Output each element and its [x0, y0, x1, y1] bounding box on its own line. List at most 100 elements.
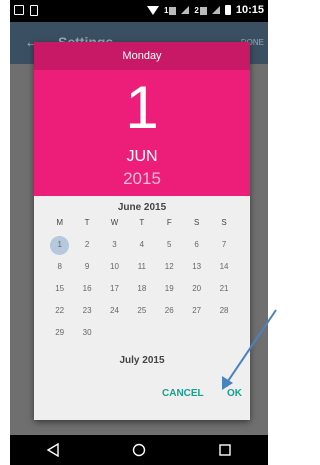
ok-button[interactable]: OK [227, 388, 242, 399]
calendar-day-number: 12 [164, 262, 174, 271]
download-notification-icon [30, 5, 38, 16]
calendar-day-number: 23 [82, 306, 92, 315]
calendar-week-row: 22 23 24 25 26 27 28 [46, 300, 238, 322]
calendar-day-number: 2 [84, 240, 90, 249]
calendar-day[interactable]: 25 [128, 300, 155, 322]
signal1-icon [181, 6, 190, 14]
calendar-day-number: 17 [110, 284, 119, 293]
calendar-day[interactable]: 10 [101, 256, 128, 278]
status-right-icons: 1 2 10:15 [146, 4, 264, 16]
weekday-label: F [166, 218, 172, 227]
sim1-number: 1 [163, 5, 169, 15]
calendar-day-number: 11 [137, 262, 147, 271]
calendar-day-number: 10 [110, 262, 119, 271]
selected-month[interactable]: JUN [34, 148, 250, 166]
calendar-day[interactable]: 14 [210, 256, 237, 278]
calendar-empty-cell [128, 322, 155, 344]
calendar-day[interactable]: 3 [101, 234, 128, 256]
calendar-week-row: 8 9 10 11 12 13 14 [46, 256, 238, 278]
calendar-day[interactable]: 30 [73, 322, 100, 344]
calendar-day-number: 3 [112, 240, 117, 249]
calendar-day[interactable]: 4 [128, 234, 155, 256]
calendar-day-number: 5 [167, 240, 172, 249]
calendar-day[interactable]: 23 [73, 300, 100, 322]
calendar-day-number: 27 [192, 306, 202, 315]
sim2-icon [199, 6, 207, 15]
weekday-label: S [221, 218, 227, 227]
calendar-day-number: 21 [219, 284, 229, 293]
phone-screen: 1 2 10:15 ← Settings DONE [10, 0, 268, 465]
sim1-icon [169, 6, 177, 15]
calendar-day[interactable]: 7 [210, 234, 237, 256]
selected-day-number[interactable]: 1 [34, 78, 250, 138]
calendar-day[interactable]: 2 [73, 234, 100, 256]
calendar-day-number: 9 [84, 262, 90, 271]
status-left-icons [14, 5, 38, 16]
weekday-label: T [139, 218, 145, 227]
calendar-empty-cell [183, 322, 210, 344]
calendar-day-number: 6 [194, 240, 199, 249]
calendar-day[interactable]: 19 [156, 278, 183, 300]
date-picker-header: Monday 1 JUN 2015 [34, 42, 250, 196]
selected-year[interactable]: 2015 [34, 169, 250, 189]
weekday-label: W [110, 218, 119, 227]
next-month-title: July 2015 [119, 355, 165, 366]
image-notification-icon [14, 5, 24, 15]
weekday-label: T [84, 218, 90, 227]
calendar-day-number: 20 [192, 284, 202, 293]
calendar-day-number: 22 [55, 306, 65, 315]
calendar-day[interactable]: 9 [73, 256, 100, 278]
calendar-day[interactable]: 15 [46, 278, 73, 300]
battery-icon [224, 5, 231, 15]
calendar-day[interactable]: 26 [156, 300, 183, 322]
calendar-day-number: 25 [137, 306, 147, 315]
calendar-day-number: 8 [57, 262, 62, 271]
calendar-day-number: 1 [57, 240, 62, 249]
sim1-indicator: 1 [163, 5, 177, 15]
calendar-week-row: 1 2 3 4 5 6 7 [46, 234, 238, 256]
status-time: 10:15 [235, 4, 264, 16]
calendar-day[interactable]: 16 [73, 278, 100, 300]
calendar-day-number: 13 [192, 262, 202, 271]
weekday-header-row: MTWTFSS [46, 212, 238, 234]
weekday-label: M [56, 218, 64, 227]
calendar-empty-cell [210, 322, 237, 344]
selected-day-name: Monday [34, 42, 250, 70]
home-icon[interactable] [124, 438, 154, 462]
calendar-day-number: 14 [219, 262, 229, 271]
calendar-day-number: 26 [164, 306, 174, 315]
cancel-button[interactable]: CANCEL [162, 388, 204, 399]
date-picker-dialog: Monday 1 JUN 2015 June 2015 MTWTFSS12345… [34, 42, 250, 420]
calendar-day[interactable]: 8 [46, 256, 73, 278]
calendar-day[interactable]: 21 [210, 278, 237, 300]
calendar-day[interactable]: 17 [101, 278, 128, 300]
calendar-day[interactable]: 28 [210, 300, 237, 322]
calendar-day-number: 29 [55, 328, 65, 337]
calendar-day-number: 4 [139, 240, 145, 249]
status-bar: 1 2 10:15 [10, 0, 268, 22]
calendar-day[interactable]: 24 [101, 300, 128, 322]
calendar-day-number: 24 [110, 306, 119, 315]
calendar-day[interactable]: 12 [156, 256, 183, 278]
calendar-day[interactable]: 27 [183, 300, 210, 322]
calendar-day-number: 19 [164, 284, 174, 293]
calendar-day-number: 15 [55, 284, 65, 293]
calendar-day[interactable]: 20 [183, 278, 210, 300]
calendar-day[interactable]: 13 [183, 256, 210, 278]
weekday-label: S [193, 218, 200, 227]
calendar-empty-cell [156, 322, 183, 344]
calendar-day[interactable]: 22 [46, 300, 73, 322]
signal2-icon [211, 6, 220, 14]
calendar-day[interactable]: 5 [156, 234, 183, 256]
back-icon[interactable] [38, 438, 68, 462]
calendar-empty-cell [101, 322, 128, 344]
calendar-day[interactable]: 11 [128, 256, 155, 278]
sim2-number: 2 [194, 5, 199, 15]
calendar-day-number: 28 [219, 306, 229, 315]
calendar-day[interactable]: 6 [183, 234, 210, 256]
recents-icon[interactable] [210, 438, 240, 462]
calendar-day[interactable]: 1 [46, 234, 73, 256]
calendar-day-number: 16 [82, 284, 92, 293]
calendar-day[interactable]: 18 [128, 278, 155, 300]
calendar-day[interactable]: 29 [46, 322, 73, 344]
